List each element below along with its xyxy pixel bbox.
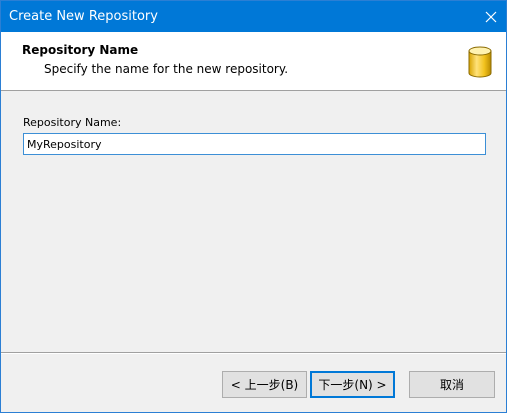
close-icon xyxy=(485,11,497,23)
window-title: Create New Repository xyxy=(9,9,158,24)
footer-divider-highlight xyxy=(1,353,506,354)
database-icon xyxy=(467,45,493,79)
close-button[interactable] xyxy=(476,1,506,32)
repository-name-input[interactable] xyxy=(23,133,486,155)
create-repository-dialog: Create New Repository Repository Name Sp… xyxy=(0,0,507,413)
cancel-button[interactable]: 取消 xyxy=(409,371,495,398)
page-subtitle: Specify the name for the new repository. xyxy=(44,62,289,76)
page-title: Repository Name xyxy=(22,43,139,57)
title-bar[interactable]: Create New Repository xyxy=(1,1,506,32)
next-button[interactable]: 下一步(N) > xyxy=(310,371,395,398)
wizard-header: Repository Name Specify the name for the… xyxy=(1,32,506,91)
back-button[interactable]: < 上一步(B) xyxy=(222,371,307,398)
wizard-body: Repository Name: xyxy=(1,91,506,351)
repository-name-label: Repository Name: xyxy=(23,116,122,129)
